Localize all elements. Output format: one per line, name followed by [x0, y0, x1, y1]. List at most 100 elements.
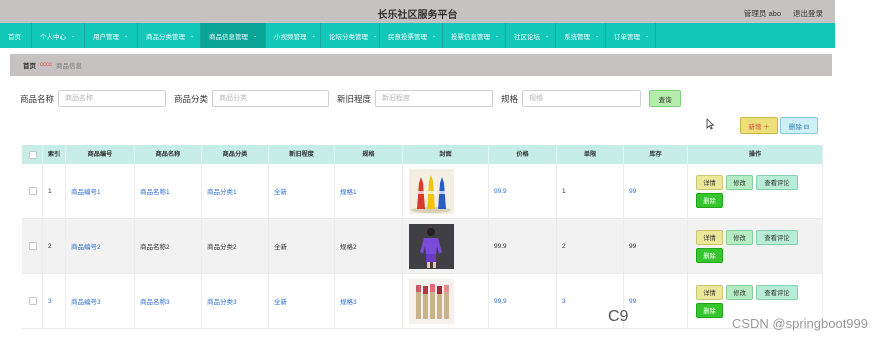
row-select-cell — [22, 273, 43, 329]
row-delete-button[interactable]: 删除 — [696, 302, 723, 318]
site-title: 长乐社区服务平台 — [377, 10, 458, 21]
view-reviews-button[interactable]: 查看评论 — [756, 174, 798, 190]
bulk-delete-button[interactable]: 删除 ⊟ — [780, 117, 818, 134]
row-checkbox[interactable] — [29, 242, 37, 250]
table-row: 3 商品编号3 商品名称3 商品分类3 全新 规格3 99.9 3 99 详情 修改 查看评论 删除 — [22, 273, 823, 329]
edit-button[interactable]: 修改 — [726, 229, 753, 245]
nav-item-label: 民意投票管理 — [388, 33, 427, 41]
cell-category: 商品分类3 — [202, 273, 269, 329]
nav-item-10[interactable]: 系统管理 ⌄ — [556, 23, 606, 48]
nav-item-9[interactable]: 社区论坛 ⌄ — [506, 23, 556, 48]
column-header: 规格 — [335, 145, 403, 164]
top-bar: 长乐社区服务平台 管理员 abo 退出登录 — [0, 0, 835, 23]
column-header: 操作 — [688, 145, 823, 164]
detail-button[interactable]: 详情 — [696, 229, 723, 245]
row-checkbox[interactable] — [29, 297, 37, 305]
nav-item-1[interactable]: 个人中心 ⌄ — [32, 23, 85, 48]
category-input[interactable] — [212, 90, 330, 107]
nav-item-0[interactable]: 首页 — [0, 23, 32, 48]
table-header: 索引 商品编号 商品名称 商品分类 新旧程度 规格 封面 价格 单限 库存 操作 — [22, 145, 823, 164]
name-input[interactable] — [58, 90, 167, 107]
watermark: CSDN @springboot999 — [731, 316, 868, 331]
nav-item-5[interactable]: 小视频管理 ⌄ — [266, 23, 321, 48]
page-margin — [835, 0, 873, 337]
cell-stock: 99 — [624, 163, 688, 219]
product-table: 索引 商品编号 商品名称 商品分类 新旧程度 规格 封面 价格 单限 库存 操作 1 商品编号1 商品名… — [22, 145, 823, 329]
spec-input[interactable] — [522, 90, 642, 107]
chevron-down-icon: ⌄ — [373, 32, 378, 39]
nav-item-11[interactable]: 订单管理 ⌄ — [606, 23, 656, 48]
add-button[interactable]: 新增 ＋ — [740, 117, 778, 134]
spec-label: 规格 — [501, 93, 519, 104]
column-header: 商品分类 — [202, 145, 269, 164]
column-header: 单限 — [557, 145, 624, 164]
ops-cell: 详情 修改 查看评论删除 — [688, 218, 823, 274]
cover-image[interactable] — [409, 278, 454, 324]
cell-stock: 99 — [624, 218, 688, 274]
nav-item-2[interactable]: 用户管理 ⌄ — [85, 23, 138, 48]
cover-cell — [403, 273, 489, 329]
condition-label: 新旧程度 — [337, 93, 372, 104]
column-header: 封面 — [403, 145, 489, 164]
row-actions: 详情 修改 查看评论删除 — [693, 284, 813, 318]
detail-button[interactable]: 详情 — [696, 174, 723, 190]
mouse-cursor-icon — [706, 118, 715, 130]
name-label: 商品名称 — [20, 93, 55, 104]
nav-item-6[interactable]: 论坛分类管理 ⌄ — [321, 23, 380, 48]
cell-name: 商品名称3 — [135, 273, 202, 329]
view-reviews-button[interactable]: 查看评论 — [756, 284, 798, 300]
cell-code: 商品编号2 — [66, 218, 135, 274]
table-row: 1 商品编号1 商品名称1 商品分类1 全新 规格1 99.9 1 99 详情 修改 查看评论 删除 — [22, 163, 823, 219]
chevron-down-icon: ⌄ — [645, 32, 650, 39]
cover-cell — [403, 218, 489, 274]
select-all-header[interactable] — [22, 145, 43, 164]
nav-item-7[interactable]: 民意投票管理 ⌄ — [380, 23, 443, 48]
edit-button[interactable]: 修改 — [726, 284, 753, 300]
select-all-checkbox[interactable] — [29, 150, 37, 159]
condition-input[interactable] — [375, 90, 494, 107]
cell-name: 商品名称2 — [135, 218, 202, 274]
edit-button[interactable]: 修改 — [726, 174, 753, 190]
nav-item-label: 社区论坛 — [514, 33, 540, 41]
chevron-down-icon: ⌄ — [595, 32, 600, 39]
row-delete-button[interactable]: 删除 — [696, 192, 723, 208]
cell-code: 商品编号3 — [66, 273, 135, 329]
cell-condition: 全新 — [269, 218, 335, 274]
row-actions: 详情 修改 查看评论删除 — [693, 229, 813, 263]
breadcrumb-home[interactable]: 首页 — [23, 60, 36, 70]
cell-name: 商品名称1 — [135, 163, 202, 219]
row-checkbox[interactable] — [29, 187, 37, 195]
detail-button[interactable]: 详情 — [696, 284, 723, 300]
nav-item-4[interactable]: 商品信息管理 ⌄ — [201, 23, 266, 48]
logout-link[interactable]: 退出登录 — [793, 8, 823, 19]
chevron-down-icon: ⌄ — [253, 32, 258, 39]
cell-index: 2 — [43, 218, 66, 274]
nav-item-label: 订单管理 — [614, 33, 640, 41]
cell-spec: 规格3 — [335, 273, 403, 329]
cell-code: 商品编号1 — [66, 163, 135, 219]
cover-image[interactable] — [409, 168, 454, 214]
cell-price: 99.9 — [489, 218, 557, 274]
row-delete-button[interactable]: 删除 — [696, 247, 723, 263]
nav-item-3[interactable]: 商品分类管理 ⌄ — [138, 23, 201, 48]
column-header: 索引 — [43, 145, 66, 164]
chevron-down-icon: ⌄ — [71, 32, 76, 39]
cell-index: 1 — [43, 163, 66, 219]
chevron-down-icon: ⌄ — [190, 32, 195, 39]
cell-price: 99.9 — [489, 273, 557, 329]
view-reviews-button[interactable]: 查看评论 — [756, 229, 798, 245]
cell-stock: 99 — [624, 273, 688, 329]
cover-image[interactable] — [409, 223, 454, 269]
column-header: 库存 — [624, 145, 688, 164]
column-header: 价格 — [489, 145, 557, 164]
cell-spec: 规格2 — [335, 218, 403, 274]
column-header: 商品编号 — [66, 145, 135, 164]
table-row: 2 商品编号2 商品名称2 商品分类2 全新 规格2 99.9 2 99 详情 修改 查看评论 删除 — [22, 218, 823, 274]
search-button[interactable]: 查询 — [649, 90, 682, 107]
cell-limit: 1 — [557, 163, 624, 219]
current-user: 管理员 abo — [743, 9, 781, 18]
nav-item-8[interactable]: 投票信息管理 ⌄ — [443, 23, 506, 48]
cell-condition: 全新 — [269, 163, 335, 219]
overlay-text: C9 — [608, 308, 629, 325]
column-header: 商品名称 — [135, 145, 202, 164]
